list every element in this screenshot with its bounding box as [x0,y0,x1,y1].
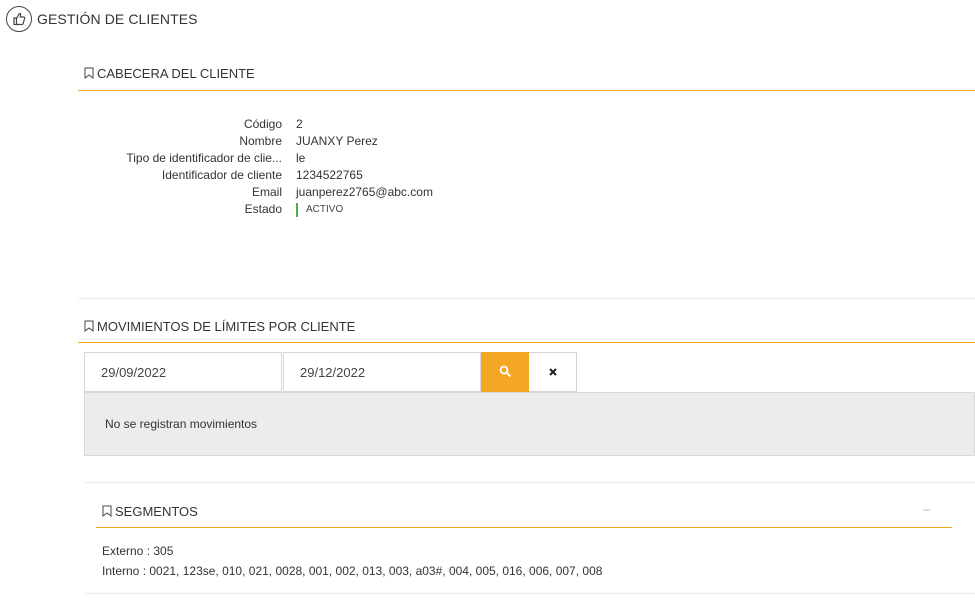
field-row-nombre: Nombre JUANXY Perez [84,133,584,150]
date-to-input[interactable] [283,352,481,392]
field-row-codigo: Código 2 [84,116,584,133]
section-divider [78,342,975,343]
section-title-label: MOVIMIENTOS DE LÍMITES POR CLIENTE [97,318,356,334]
section-segmentos: SEGMENTOS – [96,502,952,528]
bookmark-icon [84,67,94,79]
section-divider [78,90,975,91]
section-title-movimientos: MOVIMIENTOS DE LÍMITES POR CLIENTE [84,317,975,335]
status-badge: ACTIVO [296,201,343,218]
section-title-label: CABECERA DEL CLIENTE [97,65,255,81]
section-cabecera: CABECERA DEL CLIENTE [78,64,975,91]
page-header: GESTIÓN DE CLIENTES [6,6,198,32]
thumbs-up-icon [6,6,32,32]
field-label: Email [251,185,282,199]
search-icon [499,365,511,380]
field-row-tipo-identificador: Tipo de identificador de clie... le [84,150,584,167]
segments-list: Externo : 305 Interno : 0021, 123se, 010… [102,541,602,581]
field-label: Tipo de identificador de clie... [126,151,282,165]
field-value: 2 [296,117,303,131]
field-row-email: Email juanperez2765@abc.com [84,184,584,201]
status-text: ACTIVO [306,204,344,215]
divider [78,298,975,299]
field-value: le [296,151,306,165]
field-label: Identificador de cliente [161,168,282,182]
field-label: Código [243,117,282,131]
field-value: 1234522765 [296,168,363,182]
bookmark-icon [84,320,94,332]
status-indicator [296,202,298,217]
date-from-input[interactable] [84,352,282,392]
section-title-label: SEGMENTOS [115,503,198,519]
field-row-identificador: Identificador de cliente 1234522765 [84,167,584,184]
bookmark-icon [102,505,112,517]
field-value: JUANXY Perez [296,134,378,148]
date-filter [84,352,577,392]
empty-message: No se registran movimientos [105,417,258,431]
divider [84,593,975,594]
client-fields: Código 2 Nombre JUANXY Perez Tipo de ide… [84,116,584,218]
section-title-segmentos: SEGMENTOS [102,502,952,520]
divider [84,482,975,483]
collapse-button[interactable]: – [923,502,930,516]
segment-interno: Interno : 0021, 123se, 010, 021, 0028, 0… [102,564,603,578]
empty-movements-panel: No se registran movimientos [84,392,975,456]
field-row-estado: Estado ACTIVO [84,201,584,218]
section-movimientos: MOVIMIENTOS DE LÍMITES POR CLIENTE [78,317,975,343]
field-label: Nombre [239,134,282,148]
clear-button[interactable] [529,352,577,392]
field-label: Estado [244,202,282,216]
segment-externo: Externo : 305 [102,544,174,558]
search-button[interactable] [481,352,529,392]
section-title-cabecera: CABECERA DEL CLIENTE [84,64,975,82]
close-icon [548,365,558,380]
field-value: juanperez2765@abc.com [296,185,433,199]
section-divider [96,527,952,528]
page-title: GESTIÓN DE CLIENTES [37,11,198,27]
